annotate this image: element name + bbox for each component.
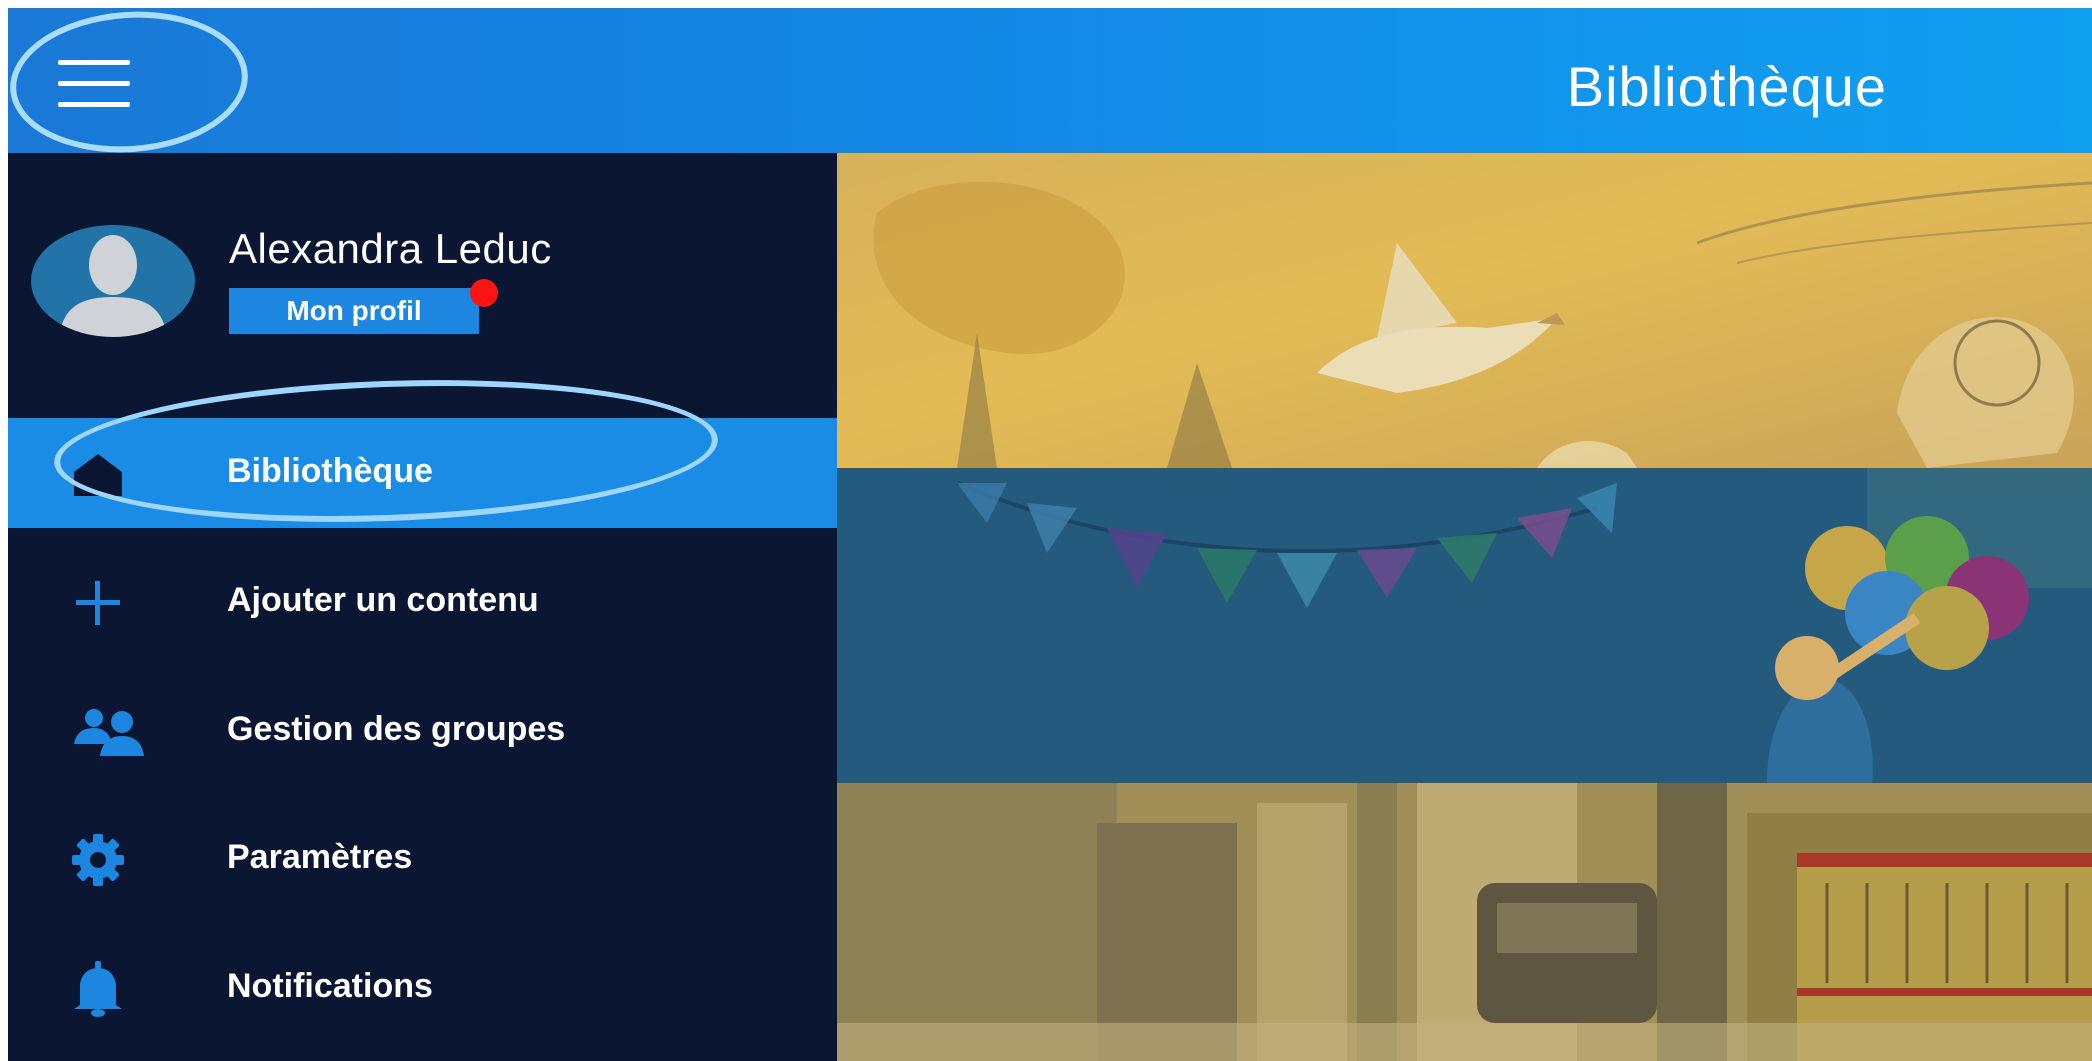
sketch-bird-illustration (837, 153, 2092, 468)
nav-item-bibliotheque[interactable]: Bibliothèque (8, 418, 837, 528)
app-header: Bibliothèque (8, 8, 2092, 153)
hamburger-menu-icon[interactable] (58, 60, 130, 108)
library-item-1[interactable] (837, 153, 2092, 468)
home-icon (74, 454, 122, 496)
party-balloons-illustration (837, 468, 2092, 783)
nav-label: Ajouter un contenu (227, 581, 539, 619)
bell-icon (74, 961, 122, 1017)
nav-label: Paramètres (227, 838, 413, 876)
nav-item-add-content[interactable]: Ajouter un contenu (8, 547, 837, 657)
nav-item-notifications[interactable]: Notifications (8, 933, 837, 1043)
library-content (837, 153, 2092, 1061)
vintage-street-photo (837, 783, 2092, 1061)
nav-item-settings[interactable]: Paramètres (8, 804, 837, 914)
nav-label: Bibliothèque (227, 452, 433, 490)
side-drawer: Alexandra Leduc Mon profil Bibliothèque … (8, 153, 837, 1061)
user-name: Alexandra Leduc (229, 225, 552, 272)
nav-item-groups[interactable]: Gestion des groupes (8, 676, 837, 786)
group-icon (74, 709, 144, 756)
notification-dot (470, 279, 498, 307)
my-profile-button[interactable]: Mon profil (229, 288, 479, 334)
plus-icon (76, 581, 120, 625)
nav-label: Notifications (227, 967, 433, 1005)
gear-icon (72, 834, 124, 886)
user-silhouette-icon (59, 235, 167, 337)
library-item-2[interactable] (837, 468, 2092, 783)
page-title: Bibliothèque (1566, 55, 1887, 118)
library-item-3[interactable] (837, 783, 2092, 1061)
nav-label: Gestion des groupes (227, 710, 566, 748)
avatar[interactable] (31, 225, 195, 337)
